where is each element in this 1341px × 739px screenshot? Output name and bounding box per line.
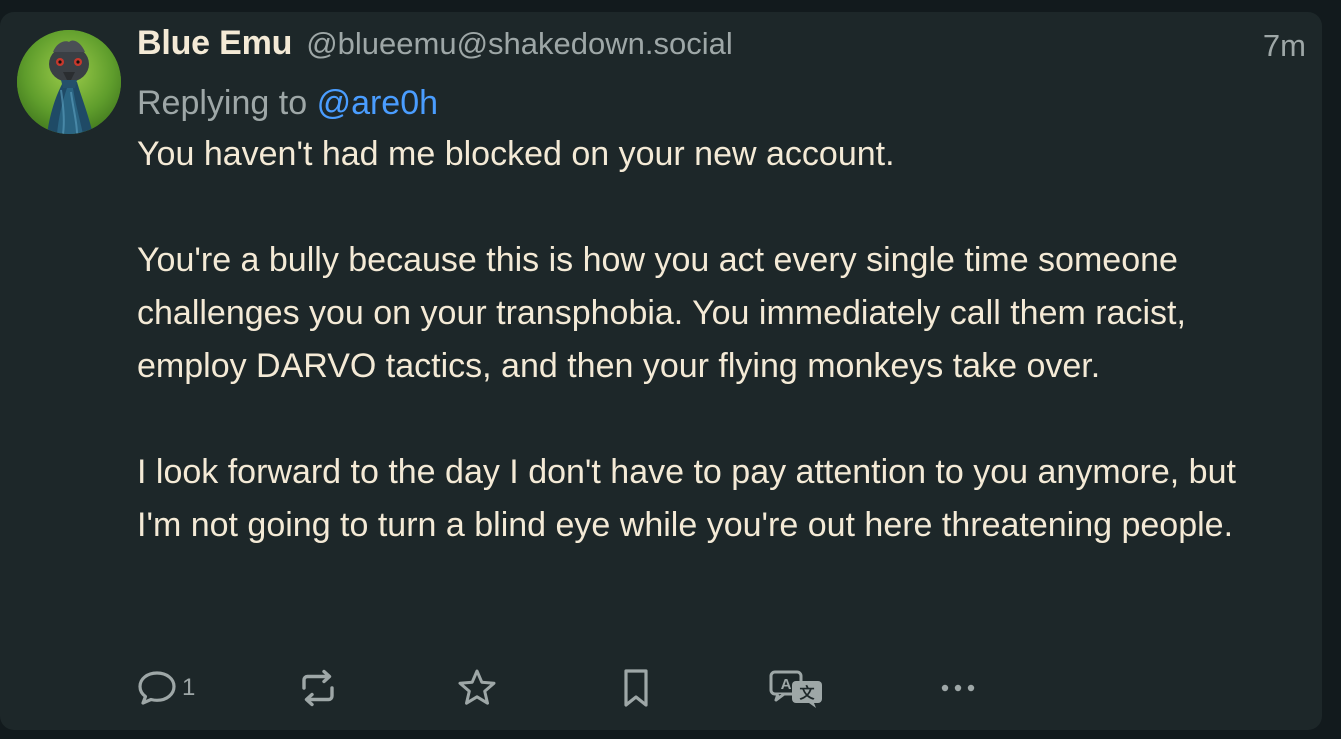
more-options-button[interactable] [940, 664, 976, 712]
post-content: You haven't had me blocked on your new a… [137, 128, 1287, 552]
svg-text:文: 文 [799, 684, 815, 702]
post-paragraph: You're a bully because this is how you a… [137, 241, 1186, 385]
svg-text:A: A [781, 676, 792, 693]
translate-button[interactable]: A 文 [768, 664, 826, 712]
account-handle[interactable]: @blueemu@shakedown.social [306, 26, 733, 62]
reply-count: 1 [182, 674, 196, 701]
post-card[interactable]: Blue Emu @blueemu@shakedown.social 7m Re… [0, 12, 1322, 730]
post-action-bar: 1 A 文 [136, 664, 1136, 712]
reply-context: Replying to @are0h [137, 84, 438, 123]
reply-prefix: Replying to [137, 84, 308, 122]
post-header: Blue Emu @blueemu@shakedown.social [137, 24, 733, 70]
post-paragraph: I look forward to the day I don't have t… [137, 453, 1236, 544]
more-icon [940, 681, 976, 695]
display-name[interactable]: Blue Emu [137, 24, 292, 63]
emu-avatar-image [17, 30, 121, 134]
reply-icon [136, 668, 178, 708]
bookmark-icon [620, 667, 652, 709]
reply-button[interactable]: 1 [136, 664, 195, 712]
favourite-button[interactable] [456, 664, 498, 712]
post-timestamp[interactable]: 7m [1263, 28, 1306, 64]
post-paragraph: You haven't had me blocked on your new a… [137, 135, 895, 173]
bookmark-button[interactable] [620, 664, 652, 712]
avatar[interactable] [17, 30, 121, 134]
star-icon [456, 667, 498, 709]
reply-mention-link[interactable]: @are0h [317, 84, 438, 122]
translate-icon: A 文 [768, 667, 826, 709]
boost-icon [296, 668, 340, 708]
boost-button[interactable] [296, 664, 340, 712]
